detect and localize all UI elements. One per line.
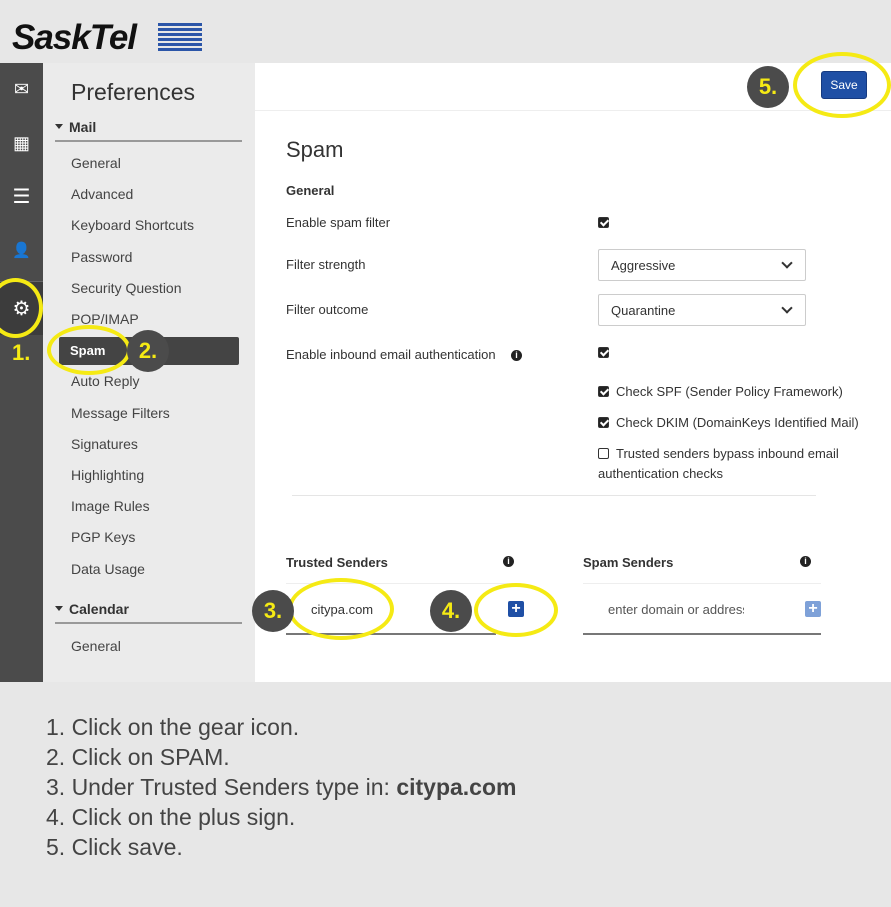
nav-item-calendar-general[interactable]: General: [71, 638, 121, 654]
step-1: 1. Click on the gear icon.: [46, 714, 300, 740]
divider: [583, 583, 821, 584]
step-badge-3: 3.: [252, 590, 294, 632]
enable-spam-filter-label: Enable spam filter: [286, 215, 391, 230]
app-icon-bar: ✉ ▦ ☰ 👤 ⚙: [0, 63, 43, 682]
nav-item-image-rules[interactable]: Image Rules: [71, 498, 150, 514]
page-title: Spam: [286, 137, 344, 162]
check-dkim-label: Check DKIM (DomainKeys Identified Mail): [616, 415, 859, 430]
spam-senders-input[interactable]: enter domain or address: [608, 602, 744, 617]
check-dkim-checkbox[interactable]: [598, 417, 609, 428]
inbound-auth-label: Enable inbound email authentication: [286, 347, 496, 362]
trusted-bypass-label-2: authentication checks: [598, 466, 724, 481]
mail-icon[interactable]: ✉: [0, 69, 43, 109]
instructions: 1. Click on the gear icon. 2. Click on S…: [46, 712, 516, 862]
step-3-domain: citypa.com: [396, 774, 517, 800]
filter-strength-select[interactable]: Aggressive: [598, 249, 806, 281]
step-badge-5: 5.: [747, 66, 789, 108]
highlight-ring: [793, 52, 891, 118]
step-3-text: 3. Under Trusted Senders type in:: [46, 774, 397, 800]
trusted-bypass-label: Trusted senders bypass inbound email: [616, 446, 839, 461]
check-spf-checkbox[interactable]: [598, 386, 609, 397]
step-badge-2: 2.: [127, 330, 169, 372]
nav-item-general[interactable]: General: [71, 155, 121, 171]
logo-stripes-icon: [158, 23, 202, 53]
spam-senders-heading: Spam Senders: [583, 555, 674, 570]
calendar-icon[interactable]: ▦: [0, 123, 43, 163]
nav-title: Preferences: [71, 79, 196, 105]
nav-item-message-filters[interactable]: Message Filters: [71, 405, 170, 421]
filter-strength-label: Filter strength: [286, 257, 366, 272]
input-underline: [583, 633, 821, 635]
trusted-bypass-checkbox[interactable]: [598, 448, 609, 459]
calendar-section-toggle[interactable]: Calendar: [55, 601, 242, 624]
step-badge-1: 1.: [12, 340, 31, 365]
nav-item-password[interactable]: Password: [71, 249, 132, 265]
filter-outcome-label: Filter outcome: [286, 302, 369, 317]
nav-item-data-usage[interactable]: Data Usage: [71, 561, 145, 577]
nav-item-security-question[interactable]: Security Question: [71, 280, 182, 296]
mail-section-toggle[interactable]: Mail: [55, 119, 242, 142]
nav-item-keyboard-shortcuts[interactable]: Keyboard Shortcuts: [71, 217, 194, 233]
sasktel-logo: SaskTel: [12, 18, 137, 57]
nav-item-signatures[interactable]: Signatures: [71, 436, 138, 452]
step-4: 4. Click on the plus sign.: [46, 804, 296, 830]
add-spam-sender-plus-icon[interactable]: +: [805, 601, 821, 617]
step-badge-4: 4.: [430, 590, 472, 632]
info-icon[interactable]: i: [800, 556, 811, 567]
filter-outcome-select[interactable]: Quarantine: [598, 294, 806, 326]
step-3: 3. Under Trusted Senders type in: citypa…: [46, 772, 516, 802]
list-icon[interactable]: ☰: [0, 177, 43, 217]
enable-spam-filter-checkbox[interactable]: [598, 217, 609, 228]
nav-item-auto-reply[interactable]: Auto Reply: [71, 373, 139, 389]
trusted-senders-heading: Trusted Senders: [286, 555, 388, 570]
step-2: 2. Click on SPAM.: [46, 744, 230, 770]
general-heading: General: [286, 183, 335, 198]
contacts-icon[interactable]: 👤: [0, 231, 43, 271]
highlight-ring: [47, 325, 131, 375]
divider: [292, 495, 816, 496]
nav-item-highlighting[interactable]: Highlighting: [71, 467, 144, 483]
step-5: 5. Click save.: [46, 834, 183, 860]
nav-item-advanced[interactable]: Advanced: [71, 186, 133, 202]
check-spf-label: Check SPF (Sender Policy Framework): [616, 384, 843, 399]
nav-item-pgp-keys[interactable]: PGP Keys: [71, 529, 135, 545]
highlight-ring: [474, 583, 558, 637]
info-icon[interactable]: i: [511, 350, 522, 361]
inbound-auth-checkbox[interactable]: [598, 347, 609, 358]
info-icon[interactable]: i: [503, 556, 514, 567]
highlight-ring: [288, 578, 394, 640]
